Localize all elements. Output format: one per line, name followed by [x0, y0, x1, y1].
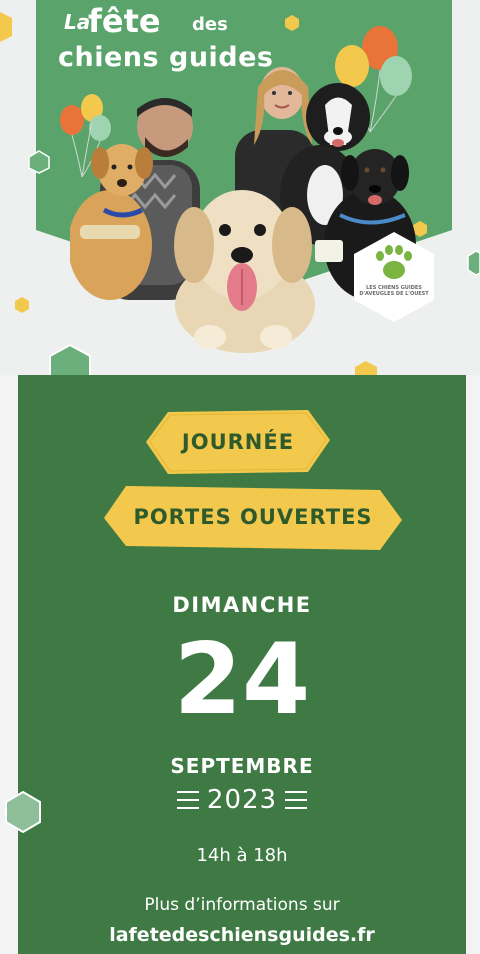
info-label: Plus d’informations sur — [144, 895, 340, 915]
lines-decoration-icon — [285, 791, 308, 809]
month-label: SEPTEMBRE — [170, 754, 314, 778]
hexagon-decoration-icon — [5, 790, 41, 834]
day-label: DIMANCHE — [172, 593, 312, 617]
poster-bottom: JOURNÉE PORTES OUVERTES DIMANCHE 24 SEPT… — [18, 375, 466, 954]
title-la: La — [64, 10, 91, 34]
hexagon-decoration-icon — [0, 12, 12, 42]
lines-decoration-icon — [176, 791, 199, 809]
year-row: 2023 — [18, 785, 466, 815]
hexagon-decoration-icon — [15, 297, 29, 313]
date-number: 24 — [173, 623, 311, 737]
hexagon-decoration-icon — [355, 361, 377, 375]
ribbon-portes-ouvertes: PORTES OUVERTES — [104, 482, 402, 552]
golden-puppy-figure — [174, 190, 315, 353]
association-logo — [354, 232, 434, 322]
hours-label: 14h à 18h — [196, 845, 288, 866]
hexagon-decoration-icon — [467, 250, 480, 276]
website-link[interactable]: lafetedeschiensguides.fr — [18, 924, 466, 946]
ribbon-portes-ouvertes-text: PORTES OUVERTES — [133, 505, 373, 529]
ribbon-journee-text: JOURNÉE — [181, 430, 295, 454]
hexagon-decoration-icon — [285, 15, 299, 31]
yellow-labrador-figure — [70, 144, 153, 300]
year-label: 2023 — [206, 785, 278, 815]
poster-top: La fête des chiens guides LES CHIENS GUI… — [0, 0, 480, 375]
title-des: des — [192, 14, 228, 35]
logo-text: LES CHIENS GUIDES D'AVEUGLES DE L'OUEST — [359, 285, 429, 297]
hexagon-decoration-icon — [28, 150, 50, 174]
ribbon-journee: JOURNÉE — [146, 408, 330, 476]
title-fete: fête — [88, 2, 161, 40]
